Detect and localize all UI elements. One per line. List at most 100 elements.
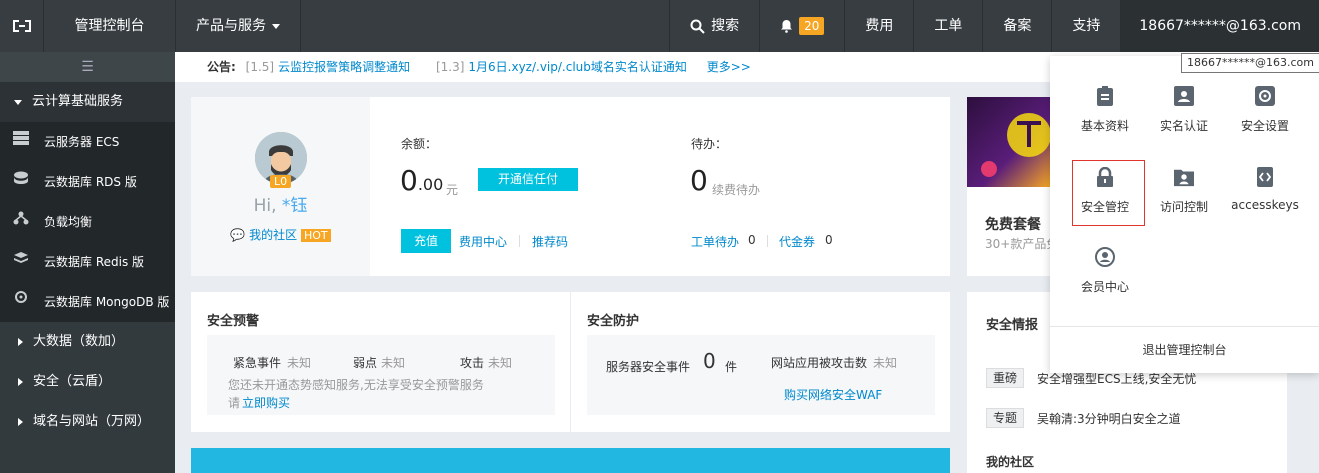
sidebar-item-label: 云数据库 Redis 版 (44, 255, 145, 269)
server-icon (12, 122, 30, 162)
folder-user-icon (1174, 166, 1194, 188)
greeting: Hi, *钰 (191, 191, 370, 216)
balance-int: 0 (400, 164, 418, 197)
urgent-events-value: 未知 (287, 356, 312, 370)
tickets-menu[interactable]: 工单 (913, 0, 982, 52)
weakness-label: 弱点 (353, 356, 378, 370)
bottom-banner[interactable] (191, 448, 950, 473)
sidebar-group-label: 安全（云盾） (33, 374, 112, 389)
attack-label: 攻击 (460, 356, 485, 370)
member-icon (1095, 246, 1115, 268)
menu-item-access-control[interactable]: 访问控制 (1148, 166, 1220, 215)
voucher-link[interactable]: 代金券 (779, 233, 815, 250)
sidebar-group-bigdata[interactable]: 大数据（数加） (0, 322, 175, 362)
greeting-text: Hi, (253, 196, 277, 216)
web-attacked-value: 未知 (873, 356, 898, 370)
balance-card: 余额： 0.00 元 开通信任付 充值 费用中心 推荐码 待办： 0 续费待办 … (370, 97, 950, 276)
sidebar-group-label: 云计算基础服务 (32, 94, 124, 109)
sidebar-item-rds[interactable]: 云数据库 RDS 版 (0, 162, 175, 202)
sidebar-group-label: 域名与网站（万网） (33, 414, 151, 429)
promo-title: 免费套餐 (985, 217, 1041, 233)
buy-prefix: 请 (228, 396, 241, 410)
my-community-link[interactable]: 💬 我的社区 HOT (191, 226, 370, 243)
sidebar-item-redis[interactable]: 云数据库 Redis 版 (0, 242, 175, 282)
security-protection-panel: 服务器安全事件 0 件 网站应用被攻击数 未知 购买网络安全WAF (587, 335, 935, 415)
announcement-link[interactable]: 云监控报警策略调整通知 (278, 60, 410, 74)
filing-menu[interactable]: 备案 (982, 0, 1051, 52)
sidebar-item-label: 云服务器 ECS (44, 135, 120, 149)
server-events-count: 0 (703, 349, 716, 373)
user-level-badge: L0 (270, 175, 292, 188)
sidebar-item-ecs[interactable]: 云服务器 ECS (0, 122, 175, 162)
security-intel-title: 安全情报 (986, 318, 1039, 333)
balance-amount: 0.00 (400, 164, 443, 197)
search-icon (690, 19, 705, 34)
username[interactable]: *钰 (282, 196, 308, 216)
sidebar: ☰ 云计算基础服务 云服务器 ECS 云数据库 RDS 版 负载均衡 云数据库 … (0, 52, 175, 473)
security-warning-card: 安全预警 紧急事件 未知 弱点 未知 攻击 未知 您还未开通态势感知服务,无法享… (191, 292, 570, 432)
top-navigation-bar: 管理控制台 产品与服务 搜索 20 费用 工单 备案 支持 18667*****… (0, 0, 1319, 52)
intel-tag: 专题 (986, 408, 1025, 428)
referral-code-link[interactable]: 推荐码 (532, 233, 568, 250)
sidebar-item-mongodb[interactable]: 云数据库 MongoDB 版 (0, 282, 175, 322)
chat-bubble-icon: 💬 (230, 228, 246, 242)
recharge-button[interactable]: 充值 (401, 229, 451, 253)
attack-value: 未知 (488, 356, 513, 370)
menu-item-security-control[interactable]: 安全管控 (1069, 166, 1141, 215)
caret-right-icon (18, 418, 23, 426)
menu-item-member-center[interactable]: 会员中心 (1069, 246, 1141, 295)
fee-center-link[interactable]: 费用中心 (459, 233, 507, 250)
sidebar-item-label: 云数据库 RDS 版 (44, 175, 137, 189)
notification-count-badge: 20 (799, 17, 825, 35)
promo-banner-image (967, 97, 1051, 187)
buy-now-link[interactable]: 立即购买 (242, 394, 290, 411)
bell-icon (781, 20, 793, 33)
account-menu[interactable]: 18667******@163.com (1120, 0, 1319, 52)
sidebar-toggle-icon[interactable]: ☰ (0, 52, 175, 82)
console-home-link[interactable]: 管理控制台 (44, 0, 176, 52)
sidebar-group-security[interactable]: 安全（云盾） (0, 362, 175, 402)
security-protection-card: 安全防护 服务器安全事件 0 件 网站应用被攻击数 未知 购买网络安全WAF (571, 292, 950, 432)
sidebar-item-label: 云数据库 MongoDB 版 (44, 295, 170, 309)
aliyun-logo-icon[interactable] (0, 0, 44, 52)
announcement-date: [1.5] (245, 60, 275, 74)
gear-icon (1255, 85, 1275, 107)
todo-label: 待办： (691, 137, 728, 151)
database-icon (12, 162, 30, 202)
products-services-menu[interactable]: 产品与服务 (176, 0, 301, 52)
ticket-todo-link[interactable]: 工单待办 (691, 233, 739, 250)
sidebar-item-slb[interactable]: 负载均衡 (0, 202, 175, 242)
search-button[interactable]: 搜索 (669, 0, 759, 52)
buy-waf-link[interactable]: 购买网络安全WAF (784, 386, 882, 403)
announcement-link[interactable]: 1月6日.xyz/.vip/.club域名实名认证通知 (468, 60, 687, 74)
sidebar-group-cloud-basic[interactable]: 云计算基础服务 (0, 82, 175, 122)
free-package-promo-card[interactable]: 免费套餐 30+款产品免 (967, 97, 1058, 276)
intel-link[interactable]: 吴翰清:3分钟明白安全之道 (1037, 410, 1181, 427)
todo-count: 0 (690, 164, 708, 197)
key-icon (1255, 166, 1275, 188)
renewal-todo-label: 续费待办 (712, 183, 761, 197)
fees-menu[interactable]: 费用 (844, 0, 913, 52)
promo-subtitle: 30+款产品免 (985, 237, 1059, 251)
menu-item-label: 基本资料 (1080, 119, 1129, 133)
enable-credit-pay-button[interactable]: 开通信任付 (478, 168, 578, 191)
balance-decimals: .00 (417, 175, 444, 194)
menu-item-label: 安全设置 (1240, 119, 1289, 133)
announcement-more-link[interactable]: 更多>> (707, 60, 751, 74)
load-balancer-icon (12, 202, 30, 242)
sidebar-group-domain[interactable]: 域名与网站（万网） (0, 402, 175, 442)
menu-item-label: 安全管控 (1080, 200, 1129, 214)
mongodb-icon (12, 282, 30, 322)
caret-right-icon (18, 378, 23, 386)
user-profile-card: L0 Hi, *钰 💬 我的社区 HOT (191, 97, 370, 276)
menu-item-real-name-auth[interactable]: 实名认证 (1148, 85, 1220, 134)
menu-item-security-settings[interactable]: 安全设置 (1229, 85, 1301, 134)
notifications-button[interactable]: 20 (759, 0, 844, 52)
sidebar-item-label: 负载均衡 (44, 215, 93, 229)
support-menu[interactable]: 支持 (1051, 0, 1120, 52)
logout-button[interactable]: 退出管理控制台 (1050, 326, 1319, 373)
menu-item-accesskeys[interactable]: accesskeys (1229, 166, 1301, 212)
caret-right-icon (18, 338, 23, 346)
security-warning-panel: 紧急事件 未知 弱点 未知 攻击 未知 您还未开通态势感知服务,无法享受安全预警… (207, 335, 555, 415)
menu-item-basic-info[interactable]: 基本资料 (1069, 85, 1141, 134)
